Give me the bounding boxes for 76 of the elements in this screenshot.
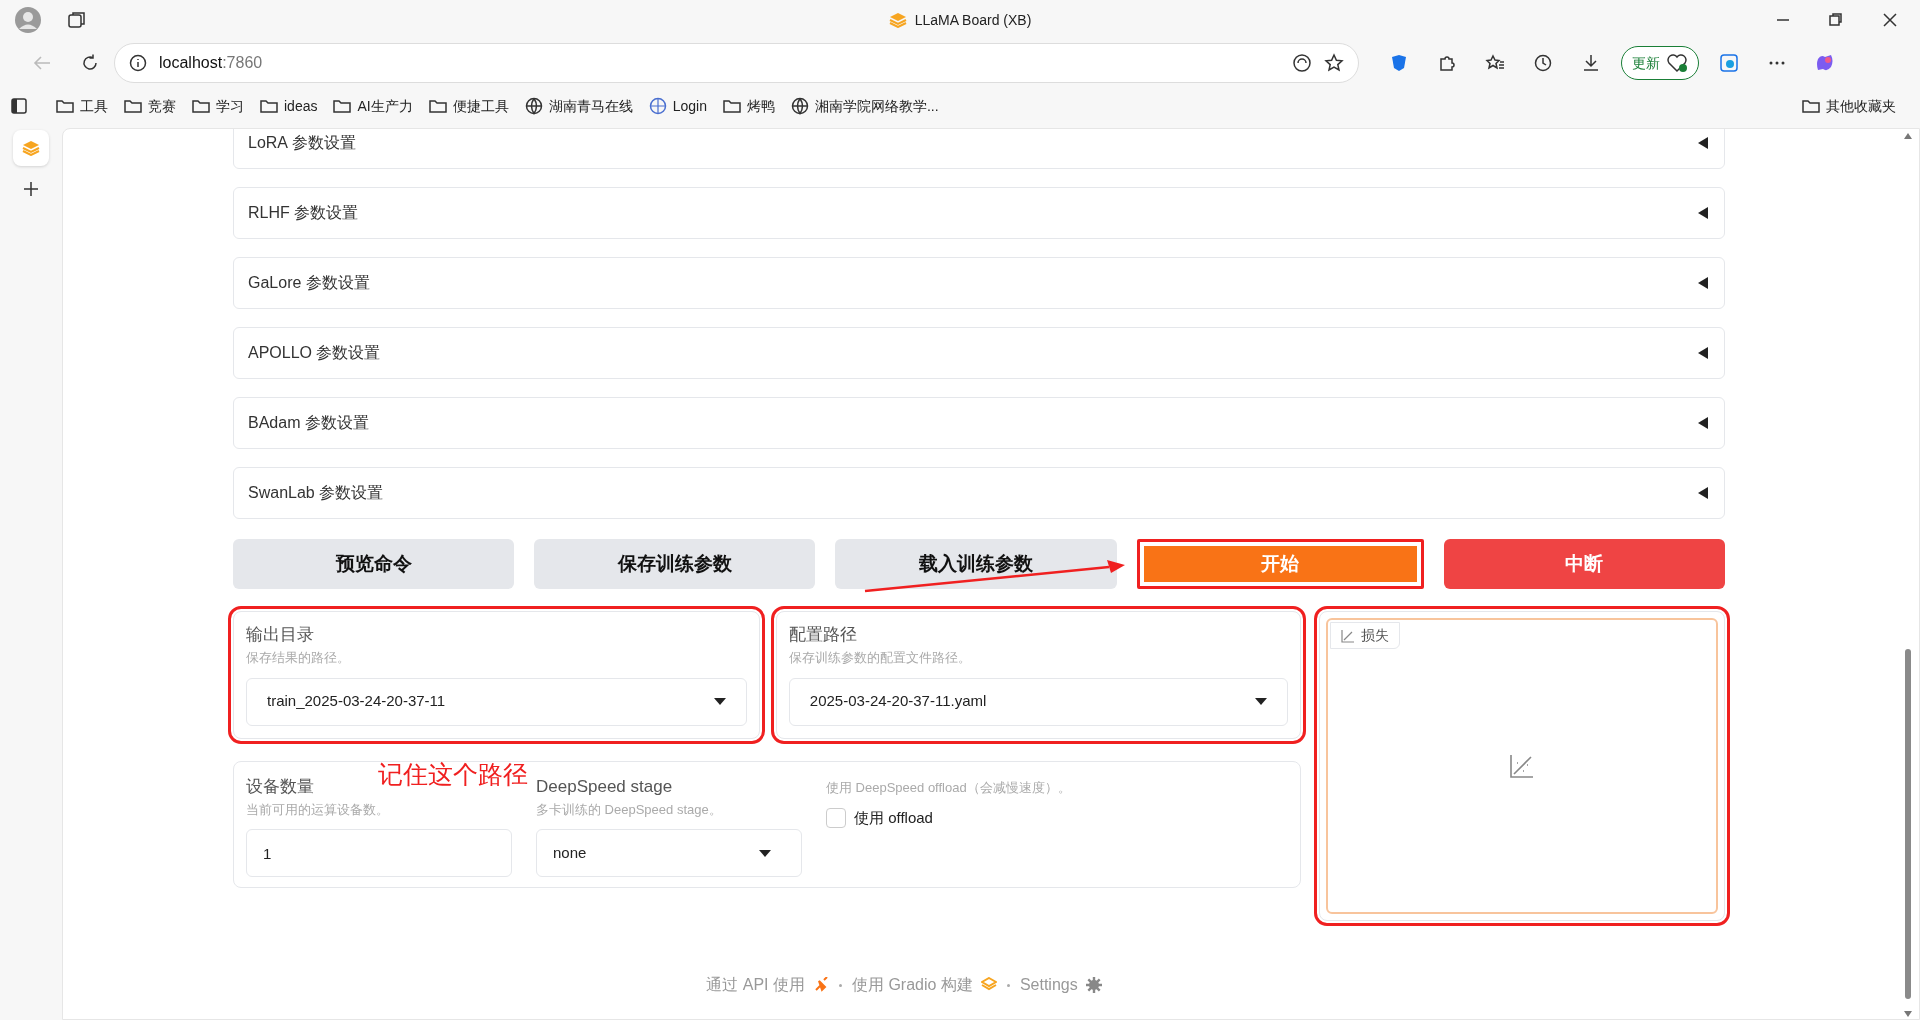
bookmark[interactable]: 学习: [184, 91, 252, 121]
caret-icon: [713, 698, 726, 706]
folder-icon: [56, 97, 74, 115]
gradio-logo-icon: [980, 977, 997, 993]
chart-placeholder-icon: [1509, 753, 1535, 779]
folder-icon: [333, 97, 352, 115]
info-icon: [129, 54, 147, 72]
bookmark[interactable]: 便捷工具: [420, 91, 517, 121]
add-icon[interactable]: [22, 180, 40, 198]
accordion-header[interactable]: APOLLO 参数设置: [233, 327, 1725, 379]
bookmark[interactable]: 竞赛: [116, 91, 184, 121]
chart-icon: [1341, 628, 1355, 643]
folder-icon: [124, 97, 142, 115]
annotation-note: 记住这个路径: [378, 758, 528, 790]
action-button[interactable]: 预览命令: [233, 539, 515, 589]
window-title: LLaMA Board (XB): [914, 10, 1032, 30]
url-text: localhost:7860: [159, 53, 264, 73]
accordion-header[interactable]: RLHF 参数设置: [233, 187, 1725, 239]
gear-icon: [1085, 977, 1102, 993]
tabs-icon[interactable]: [68, 11, 86, 29]
accordion-header[interactable]: SwanLab 参数设置: [233, 467, 1725, 519]
folder-icon: [260, 97, 278, 115]
restore-icon[interactable]: [1828, 12, 1844, 28]
field-hint: 多卡训练的 DeepSpeed stage。: [536, 800, 723, 819]
folder-icon: [428, 97, 447, 115]
bookmark[interactable]: 烤鸭: [714, 91, 783, 121]
accordion-header[interactable]: LoRA 参数设置: [233, 129, 1725, 169]
action-button[interactable]: 保存训练参数: [534, 539, 816, 589]
checkbox[interactable]: [826, 808, 846, 829]
app-logo-icon: [22, 140, 40, 156]
close-icon[interactable]: [1882, 12, 1898, 28]
refresh-icon: [80, 53, 100, 73]
history-icon: [1533, 53, 1553, 73]
dropdown[interactable]: 2025-03-24-20-37-11.yaml: [788, 677, 1288, 726]
bookmark[interactable]: ideas: [252, 91, 326, 121]
bookmark[interactable]: Login: [640, 91, 715, 121]
accordion-header[interactable]: BAdam 参数设置: [233, 397, 1725, 449]
bookmark[interactable]: 工具: [48, 91, 116, 121]
download-icon: [1581, 53, 1601, 73]
plot-label: 损失: [1330, 622, 1400, 649]
accordion-header[interactable]: GaLore 参数设置: [233, 257, 1725, 309]
globe-icon: [790, 97, 809, 115]
globe-icon: [648, 97, 667, 115]
extension-icon: [1389, 53, 1409, 73]
checkbox-label[interactable]: 使用 offload: [826, 807, 1071, 830]
field-hint: 保存训练参数的配置文件路径。: [788, 649, 972, 668]
sidebar-toggle-icon[interactable]: [10, 97, 28, 115]
action-button[interactable]: 中断: [1443, 539, 1725, 589]
number-input[interactable]: 1: [246, 829, 512, 878]
update-button[interactable]: 更新: [1621, 46, 1699, 80]
address-bar[interactable]: localhost:7860: [114, 43, 1359, 83]
heart-icon: [1666, 53, 1688, 73]
more-icon: [1769, 61, 1785, 65]
field-label: DeepSpeed stage: [536, 775, 674, 798]
app-logo-icon: [888, 12, 907, 28]
field-hint: 使用 DeepSpeed offload（会减慢速度）。: [826, 778, 1071, 797]
dropdown[interactable]: none: [536, 829, 802, 878]
favorite-star-icon[interactable]: [1324, 53, 1344, 73]
field-hint: 保存结果的路径。: [246, 649, 351, 668]
profile-avatar-icon[interactable]: [15, 7, 41, 33]
bookmark[interactable]: 湘南学院网络教学...: [782, 91, 947, 121]
bookmark[interactable]: AI生产力: [325, 91, 421, 121]
folder-icon: [722, 97, 741, 115]
bookmark[interactable]: 其他收藏夹: [1794, 91, 1904, 121]
field-label: 配置路径: [788, 624, 858, 646]
puzzle-icon: [1437, 53, 1457, 73]
globe-icon: [524, 97, 543, 115]
folder-icon: [192, 97, 210, 115]
action-button[interactable]: 载入训练参数: [835, 539, 1117, 589]
folder-icon: [1802, 97, 1820, 115]
field-hint: 当前可用的运算设备数。: [246, 800, 390, 819]
caret-icon: [759, 849, 771, 857]
dropdown[interactable]: train_2025-03-24-20-37-11: [246, 677, 747, 726]
caret-icon: [1255, 698, 1267, 706]
bookmark[interactable]: 湖南青马在线: [516, 91, 641, 121]
field-label: 输出目录: [246, 624, 315, 646]
